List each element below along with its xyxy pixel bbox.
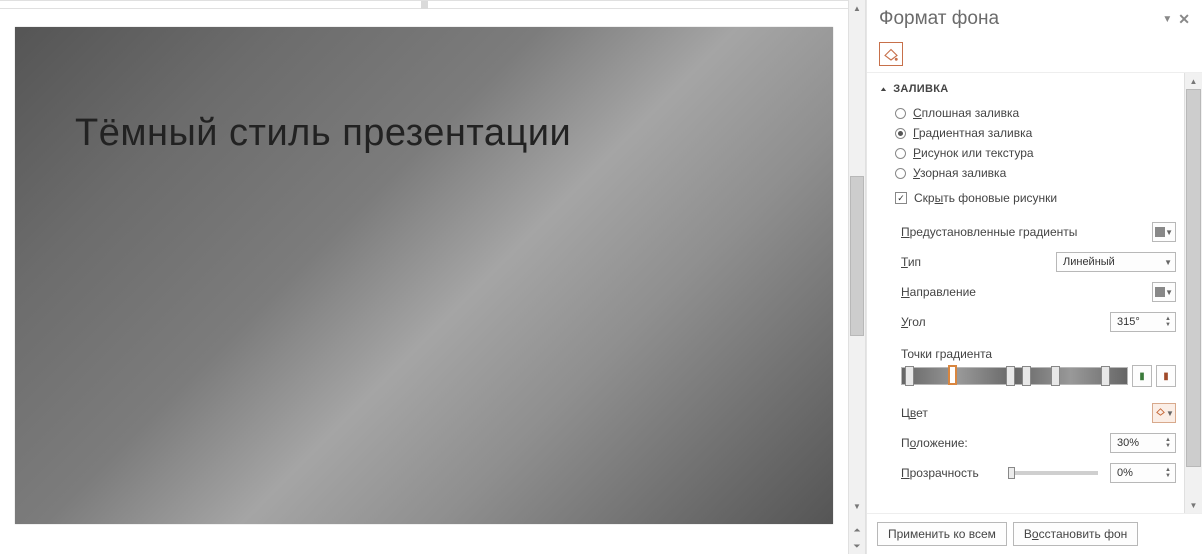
type-value: Линейный [1063,256,1115,268]
gradient-stop[interactable] [1022,366,1031,386]
radio-solid-label: Сплошная заливка [913,106,1019,120]
scroll-down-button[interactable]: ▼ [849,498,865,514]
radio-picture-fill[interactable]: Рисунок или текстура [877,143,1184,163]
scroll-down-button[interactable]: ▼ [1186,497,1202,513]
gradient-stops-track[interactable] [901,367,1128,385]
slide-canvas-wrap: Тёмный стиль презентации [0,9,848,554]
transparency-label: Прозрачность [901,466,996,480]
checkbox-hide-bg-label: Скрыть фоновые рисунки [914,191,1057,205]
angle-spinner[interactable]: 315° ▲▼ [1110,312,1176,332]
scroll-thumb[interactable] [850,176,864,336]
radio-solid-fill[interactable]: Сплошная заливка [877,103,1184,123]
paint-bucket-icon [1155,406,1166,420]
radio-gradient-label: Градиентная заливка [913,126,1032,140]
checkbox-hide-bg[interactable]: ✓ Скрыть фоновые рисунки [877,183,1184,208]
slide-title[interactable]: Тёмный стиль презентации [75,112,571,155]
pane-content: ▲ ЗАЛИВКА Сплошная заливка Градиентная з… [867,73,1184,513]
slide-canvas[interactable]: Тёмный стиль презентации [15,27,833,524]
position-label: Положение: [901,436,1102,450]
pane-footer: Применить ко всем Восстановить фон [867,513,1202,554]
prev-slide-button[interactable]: ⏶ [849,522,865,538]
angle-value: 315° [1117,316,1140,328]
add-gradient-stop-button[interactable]: ▮ [1132,365,1152,387]
radio-gradient-fill[interactable]: Градиентная заливка [877,123,1184,143]
close-icon[interactable]: ✕ [1178,11,1190,28]
section-fill-header[interactable]: ▲ ЗАЛИВКА [877,81,1184,103]
radio-pattern-fill[interactable]: Узорная заливка [877,163,1184,183]
transparency-spinner[interactable]: 0% ▲▼ [1110,463,1176,483]
direction-picker[interactable]: ▼ [1152,282,1176,302]
fill-tab-icon[interactable] [879,42,903,66]
gradient-stop[interactable] [1051,366,1060,386]
reset-background-button[interactable]: Восстановить фон [1013,522,1138,546]
apply-all-button[interactable]: Применить ко всем [877,522,1007,546]
remove-gradient-stop-button[interactable]: ▮ [1156,365,1176,387]
preset-gradients-picker[interactable]: ▼ [1152,222,1176,242]
color-picker[interactable]: ▼ [1152,403,1176,423]
slide-vertical-scrollbar[interactable]: ▲ ▼ ⏶ ⏷ [848,0,866,554]
type-combo[interactable]: Линейный ▼ [1056,252,1176,272]
radio-icon [895,168,906,179]
checkbox-icon: ✓ [895,192,907,204]
direction-label: Направление [901,285,1144,299]
section-fill-label: ЗАЛИВКА [893,83,948,95]
scroll-up-button[interactable]: ▲ [1186,73,1202,89]
position-value: 30% [1117,437,1139,449]
gradient-stops-label: Точки градиента [877,337,1184,365]
format-background-pane: Формат фона ▼ ✕ ▲ ЗАЛИВКА Сплошная залив… [866,0,1202,554]
radio-icon [895,128,906,139]
radio-icon [895,148,906,159]
slider-handle[interactable] [1008,467,1015,479]
scroll-track[interactable] [849,16,865,498]
ruler-top [0,0,848,9]
next-slide-button[interactable]: ⏷ [849,538,865,554]
gradient-stop[interactable] [948,365,957,385]
pane-header: Формат фона ▼ ✕ [867,0,1202,36]
pane-vertical-scrollbar[interactable]: ▲ ▼ [1184,73,1202,513]
scroll-up-button[interactable]: ▲ [849,0,865,16]
transparency-slider[interactable] [1008,471,1098,475]
chevron-down-icon: ▼ [1164,258,1172,267]
collapse-icon: ▲ [879,86,888,93]
radio-icon [895,108,906,119]
type-label: Тип [901,255,1048,269]
position-spinner[interactable]: 30% ▲▼ [1110,433,1176,453]
scroll-thumb[interactable] [1186,89,1201,467]
slide-area: Тёмный стиль презентации [0,0,848,554]
gradient-stop[interactable] [905,366,914,386]
radio-picture-label: Рисунок или текстура [913,146,1034,160]
angle-label: Угол [901,315,1102,329]
transparency-value: 0% [1117,467,1133,479]
scroll-track[interactable] [1185,89,1202,497]
color-label: Цвет [901,406,1144,420]
gradient-stop[interactable] [1101,366,1110,386]
pane-tabs [867,36,1202,73]
radio-pattern-label: Узорная заливка [913,166,1006,180]
preset-gradients-label: Предустановленные градиенты [901,225,1144,239]
pane-options-icon[interactable]: ▼ [1162,14,1172,25]
gradient-stop[interactable] [1006,366,1015,386]
pane-title: Формат фона [879,8,1162,30]
